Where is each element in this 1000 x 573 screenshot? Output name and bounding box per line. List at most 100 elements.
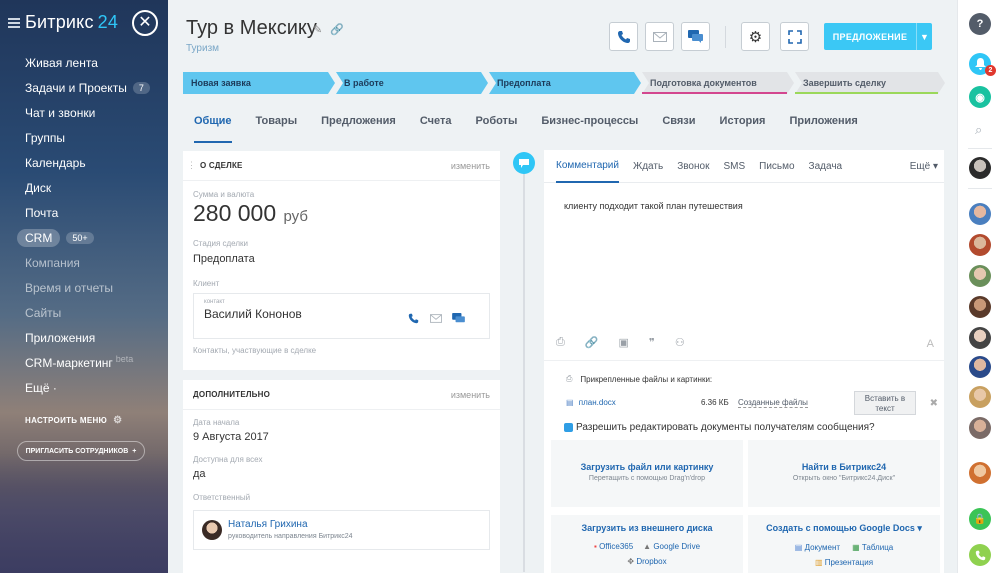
google-docs-box[interactable]: Создать с помощью Google Docs ▾ ▤ Докуме… xyxy=(748,515,940,573)
user-avatar[interactable] xyxy=(969,417,991,439)
user-avatar[interactable] xyxy=(969,157,991,179)
deal-edit-link[interactable]: изменить xyxy=(451,161,490,171)
settings-button[interactable]: ⚙ xyxy=(741,22,770,51)
sidebar-item-company[interactable]: Компания xyxy=(0,250,168,275)
extra-edit-link[interactable]: изменить xyxy=(451,390,490,400)
menu-icon[interactable] xyxy=(8,17,20,28)
call-center-button[interactable] xyxy=(969,544,991,566)
contact-name[interactable]: Василий Кононов xyxy=(204,307,489,321)
attach-file-icon[interactable]: ⎙ xyxy=(556,336,565,349)
drag-handle-icon[interactable]: ⋮ xyxy=(187,160,196,171)
allow-edit-checkbox[interactable]: Разрешить редактировать документы получа… xyxy=(564,422,875,433)
tab-comment[interactable]: Комментарий xyxy=(556,150,619,183)
user-avatar[interactable] xyxy=(969,356,991,378)
tab-links[interactable]: Связи xyxy=(662,115,695,131)
sidebar-item-groups[interactable]: Группы xyxy=(0,125,168,150)
user-avatar[interactable] xyxy=(969,203,991,225)
google-drive-link[interactable]: ▲ Google Drive xyxy=(643,542,700,551)
chevron-down-icon[interactable]: ▼ xyxy=(916,23,932,50)
sidebar-item-disk[interactable]: Диск xyxy=(0,175,168,200)
setup-menu-link[interactable]: НАСТРОИТЬ МЕНЮ ⚙ xyxy=(25,415,122,426)
tab-wait[interactable]: Ждать xyxy=(633,150,663,183)
gdoc-presentation-link[interactable]: ▥ Презентация xyxy=(748,558,940,567)
file-name[interactable]: план.docx xyxy=(579,398,616,407)
stage-prepayment[interactable]: Предоплата xyxy=(489,72,551,94)
call-button[interactable] xyxy=(609,22,638,51)
stage-documents[interactable]: Подготовка документов xyxy=(642,72,757,94)
created-files-link[interactable]: Созданные файлы xyxy=(738,398,808,408)
link-icon[interactable]: 🔗 xyxy=(585,336,599,349)
insert-into-text-button[interactable]: Вставить в текст xyxy=(854,391,916,415)
mention-icon[interactable]: ⚇ xyxy=(675,336,685,349)
tab-offers[interactable]: Предложения xyxy=(321,115,396,131)
chat-button[interactable] xyxy=(681,22,710,51)
close-menu-button[interactable]: ✕ xyxy=(132,10,158,36)
quote-icon[interactable]: ❞ xyxy=(649,336,655,349)
amount-value[interactable]: 280 000 xyxy=(193,200,276,226)
sidebar-item-sites[interactable]: Сайты xyxy=(0,300,168,325)
tab-sms[interactable]: SMS xyxy=(723,150,745,183)
email-button[interactable] xyxy=(645,22,674,51)
sidebar-item-tasks[interactable]: Задачи и Проекты 7 xyxy=(0,75,168,100)
tab-business-processes[interactable]: Бизнес-процессы xyxy=(541,115,638,131)
avatar[interactable] xyxy=(202,520,222,540)
link-icon[interactable]: 🔗 xyxy=(330,23,344,36)
sidebar-item-more[interactable]: Ещё · xyxy=(0,375,168,400)
tab-email[interactable]: Письмо xyxy=(759,150,794,183)
video-icon[interactable]: ▣ xyxy=(619,336,629,349)
tab-robots[interactable]: Роботы xyxy=(476,115,518,131)
remove-file-icon[interactable]: ✖ xyxy=(930,398,938,409)
stage-finish[interactable]: Завершить сделку xyxy=(795,72,886,94)
sidebar-item-chat[interactable]: Чат и звонки xyxy=(0,100,168,125)
user-avatar[interactable] xyxy=(969,296,991,318)
gdoc-document-link[interactable]: ▤ Документ xyxy=(795,543,840,552)
start-date-value[interactable]: 9 Августа 2017 xyxy=(193,431,500,443)
sidebar-item-calendar[interactable]: Календарь xyxy=(0,150,168,175)
search-icon[interactable]: ⌕ xyxy=(975,122,982,138)
tab-products[interactable]: Товары xyxy=(256,115,298,131)
stage-in-work[interactable]: В работе xyxy=(336,72,384,94)
stage-new[interactable]: Новая заявка xyxy=(183,72,251,94)
logo[interactable]: Битрикс 24 xyxy=(8,12,118,33)
gdoc-table-link[interactable]: ▦ Таблица xyxy=(852,543,893,552)
user-avatar[interactable] xyxy=(969,327,991,349)
offer-button[interactable]: ПРЕДЛОЖЕНИЕ ▼ xyxy=(824,23,932,50)
upload-file-box[interactable]: Загрузить файл или картинку Перетащить с… xyxy=(551,440,743,507)
tab-task[interactable]: Задача xyxy=(809,150,843,183)
tab-history[interactable]: История xyxy=(720,115,766,131)
sidebar-item-time[interactable]: Время и отчеты xyxy=(0,275,168,300)
user-avatar[interactable] xyxy=(969,265,991,287)
dropbox-link[interactable]: ✥ Dropbox xyxy=(551,557,743,566)
notifications-button[interactable]: 2 xyxy=(969,53,996,76)
chat-icon[interactable] xyxy=(452,313,465,324)
sidebar-item-feed[interactable]: Живая лента xyxy=(0,50,168,75)
user-avatar[interactable] xyxy=(969,234,991,256)
live-feed-button[interactable]: ◉ xyxy=(969,86,991,108)
office365-link[interactable]: ▪ Office365 xyxy=(594,542,633,551)
fullscreen-button[interactable] xyxy=(780,22,809,51)
tab-call[interactable]: Звонок xyxy=(677,150,709,183)
tab-general[interactable]: Общие xyxy=(194,115,232,143)
help-button[interactable]: ? xyxy=(969,13,991,35)
envelope-icon[interactable] xyxy=(430,314,442,323)
comment-textarea[interactable]: клиенту подходит такой план путешествия xyxy=(564,201,743,211)
category-link[interactable]: Туризм xyxy=(186,43,219,54)
invite-button[interactable]: ПРИГЛАСИТЬ СОТРУДНИКОВ + xyxy=(17,441,145,461)
lock-button[interactable]: 🔒 xyxy=(969,508,991,530)
user-avatar[interactable] xyxy=(969,462,991,484)
responsible-card[interactable]: Наталья Грихина руководитель направления… xyxy=(193,510,490,550)
contact-card[interactable]: контакт Василий Кононов xyxy=(193,293,490,339)
tab-apps[interactable]: Приложения xyxy=(789,115,857,131)
sidebar-item-mail[interactable]: Почта xyxy=(0,200,168,225)
font-format-icon[interactable]: A xyxy=(927,338,934,350)
sidebar-item-apps[interactable]: Приложения xyxy=(0,325,168,350)
more-tabs-dropdown[interactable]: Ещё ▾ xyxy=(910,161,938,172)
responsible-name[interactable]: Наталья Грихина xyxy=(228,519,308,530)
user-avatar[interactable] xyxy=(969,386,991,408)
available-value[interactable]: да xyxy=(193,468,500,480)
external-disk-box[interactable]: Загрузить из внешнего диска ▪ Office365 … xyxy=(551,515,743,573)
find-in-bitrix-box[interactable]: Найти в Битрикс24 Открыть окно "Битрикс2… xyxy=(748,440,940,507)
sidebar-item-crm-marketing[interactable]: CRM-маркетинг beta xyxy=(0,350,168,375)
checkbox-checked-icon[interactable] xyxy=(564,423,573,432)
phone-icon[interactable] xyxy=(408,313,419,324)
